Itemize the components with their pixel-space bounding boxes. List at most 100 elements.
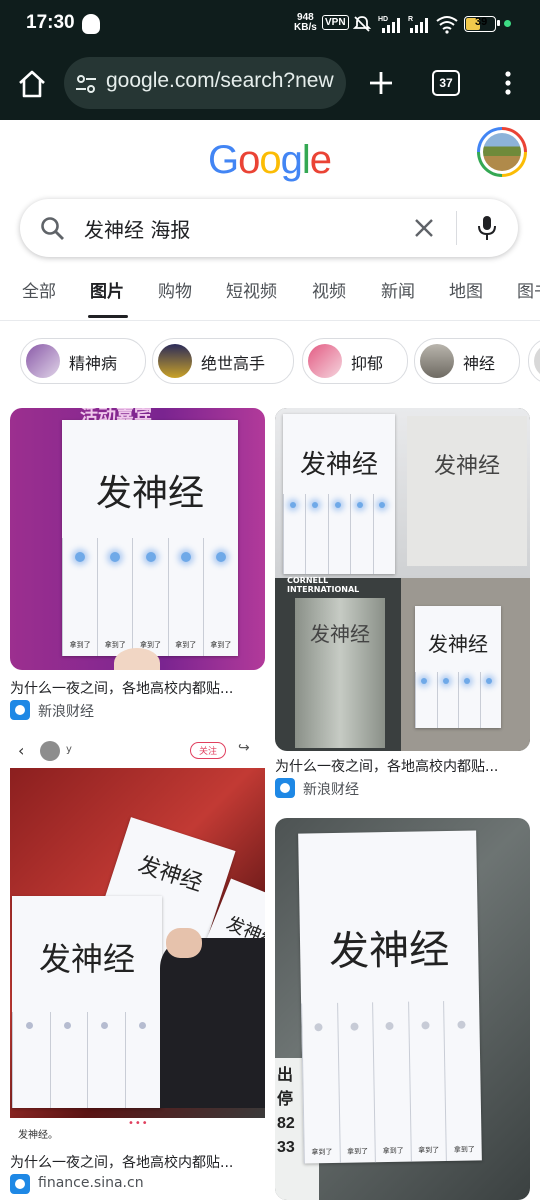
poster: 发神经 拿到了 拿到了 拿到了 拿到了 拿到了 <box>62 420 238 656</box>
search-icon <box>41 217 64 240</box>
back-icon: ‹ <box>18 741 25 760</box>
strip-label: 拿到了 <box>175 641 197 649</box>
vpn-icon: VPN <box>322 15 349 30</box>
logo-letter: o <box>238 138 260 182</box>
chip-thumbnail <box>26 344 60 378</box>
logo-letter: l <box>301 138 311 182</box>
overflow-menu-icon[interactable] <box>498 66 518 100</box>
chip-label: 神经 <box>463 354 496 373</box>
network-speed: 948 KB/s <box>294 13 317 33</box>
search-query[interactable]: 发神经 海报 <box>84 214 190 243</box>
tab-news[interactable]: 新闻 <box>381 277 415 302</box>
chip-label: 抑郁 <box>351 354 384 373</box>
image-result-4[interactable]: 出 停 82 33 发神经 拿到了 拿到了 拿到了 拿到了 拿到了 <box>275 818 530 1200</box>
poster-tear-strips <box>12 1012 162 1108</box>
sign-text: CORNELL INTERNATIONAL <box>287 576 360 594</box>
follow-button: 关注 <box>190 742 227 759</box>
result-source[interactable]: 新浪财经 <box>38 701 94 721</box>
result-caption[interactable]: 为什么一夜之间，各地高校内都贴... <box>10 1152 266 1172</box>
chip-more[interactable] <box>528 338 540 384</box>
poster: 发神经 <box>12 896 162 1108</box>
chip-label: 精神病 <box>69 354 118 373</box>
poster-title: 发神经 <box>310 622 370 646</box>
tab-videos[interactable]: 视频 <box>312 277 346 302</box>
logo-letter: g <box>280 138 303 182</box>
poster-tear-strips: 拿到了 拿到了 拿到了 拿到了 拿到了 <box>62 538 238 656</box>
poster-title: 发神经 <box>38 940 135 978</box>
tab-all[interactable]: 全部 <box>22 277 56 302</box>
privacy-indicator-dot <box>504 20 511 27</box>
source-favicon <box>275 778 295 798</box>
battery-level: 39 <box>475 16 488 28</box>
new-tab-icon[interactable] <box>364 66 398 100</box>
tab-images[interactable]: 图片 <box>90 277 124 302</box>
strip-label: 拿到了 <box>69 641 91 649</box>
poster-title: 发神经 <box>95 473 204 514</box>
account-avatar[interactable] <box>477 127 527 177</box>
tab-switcher-button[interactable]: 37 <box>432 70 460 96</box>
person-hand <box>166 928 202 958</box>
result-caption[interactable]: 为什么一夜之间，各地高校内都贴... <box>275 756 531 776</box>
poster: 发神经 <box>407 416 527 566</box>
url-text[interactable]: google.com/search?new <box>106 69 334 93</box>
poster-title: 发神经 <box>299 450 378 480</box>
r-label: R <box>408 16 413 23</box>
strip-label: 拿到了 <box>418 1146 440 1155</box>
poster-tear-strips <box>283 494 395 574</box>
poster-title: 发神经 <box>428 632 488 656</box>
chip-master[interactable]: 绝世高手 <box>152 338 294 384</box>
chip-psychosis[interactable]: 精神病 <box>20 338 146 384</box>
carousel-dots: ••• <box>128 1118 149 1129</box>
chip-nerve[interactable]: 神经 <box>414 338 520 384</box>
poster: 发神经 <box>283 414 395 574</box>
image-result-2[interactable]: 发神经 发神经 CORNELL INTERNATIONAL 发神经 发神经 <box>275 408 530 751</box>
search-box[interactable]: 发神经 海报 <box>20 199 518 257</box>
source-favicon <box>10 700 30 720</box>
chip-thumbnail <box>420 344 454 378</box>
person-head <box>114 648 160 670</box>
google-logo[interactable]: Google <box>208 138 332 183</box>
chip-thumbnail <box>308 344 342 378</box>
chip-thumbnail <box>534 344 540 378</box>
result-source[interactable]: 新浪财经 <box>303 779 359 799</box>
active-tab-indicator <box>88 315 128 318</box>
source-favicon <box>10 1174 30 1194</box>
hd-label: HD <box>378 16 388 23</box>
chip-label: 绝世高手 <box>201 354 266 373</box>
strip-label: 拿到了 <box>347 1147 369 1156</box>
result-source[interactable]: finance.sina.cn <box>38 1175 144 1191</box>
site-settings-icon[interactable] <box>74 73 98 95</box>
poster-tear-strips: 拿到了 拿到了 拿到了 拿到了 拿到了 <box>301 1000 482 1164</box>
poster-title: 发神经 <box>134 852 206 897</box>
strip-label: 拿到了 <box>311 1148 333 1157</box>
battery-tip <box>497 20 500 26</box>
tab-shopping[interactable]: 购物 <box>158 277 192 302</box>
clear-icon[interactable] <box>412 216 436 240</box>
search-tabs: 全部 图片 购物 短视频 视频 新闻 地图 图书 <box>0 262 540 321</box>
address-bar[interactable]: google.com/search?new <box>64 57 346 109</box>
chip-depression[interactable]: 抑郁 <box>302 338 408 384</box>
image-result-1[interactable]: 活动嘉宾 发神经 拿到了 拿到了 拿到了 拿到了 拿到了 <box>10 408 265 670</box>
browser-toolbar: google.com/search?new 37 <box>0 50 540 120</box>
network-speed-unit: KB/s <box>294 22 317 33</box>
poster: 发神经 <box>415 606 501 728</box>
avatar-picture <box>483 133 521 171</box>
signal-r-icon: R <box>408 16 428 33</box>
wifi-icon <box>436 16 458 34</box>
tab-maps[interactable]: 地图 <box>449 277 483 302</box>
strip-label: 拿到了 <box>453 1145 475 1154</box>
microphone-icon[interactable] <box>476 214 498 242</box>
post-text: 发神经。 <box>18 1130 58 1141</box>
strip-label: 拿到了 <box>210 641 232 649</box>
logo-letter: e <box>309 138 332 182</box>
user-avatar <box>40 741 60 761</box>
image-result-3[interactable]: ‹ y 关注 ↪ 发神经 发神经 发神经 发神经。 ••• <box>10 738 265 1144</box>
logo-letter: o <box>259 138 281 182</box>
signal-hd-icon: HD <box>378 16 400 33</box>
home-icon[interactable] <box>14 66 50 102</box>
chip-thumbnail <box>158 344 192 378</box>
result-caption[interactable]: 为什么一夜之间，各地高校内都贴... <box>10 678 266 698</box>
tab-short-videos[interactable]: 短视频 <box>226 277 277 302</box>
battery-icon: 39 <box>464 16 496 32</box>
tab-books[interactable]: 图书 <box>517 277 540 302</box>
